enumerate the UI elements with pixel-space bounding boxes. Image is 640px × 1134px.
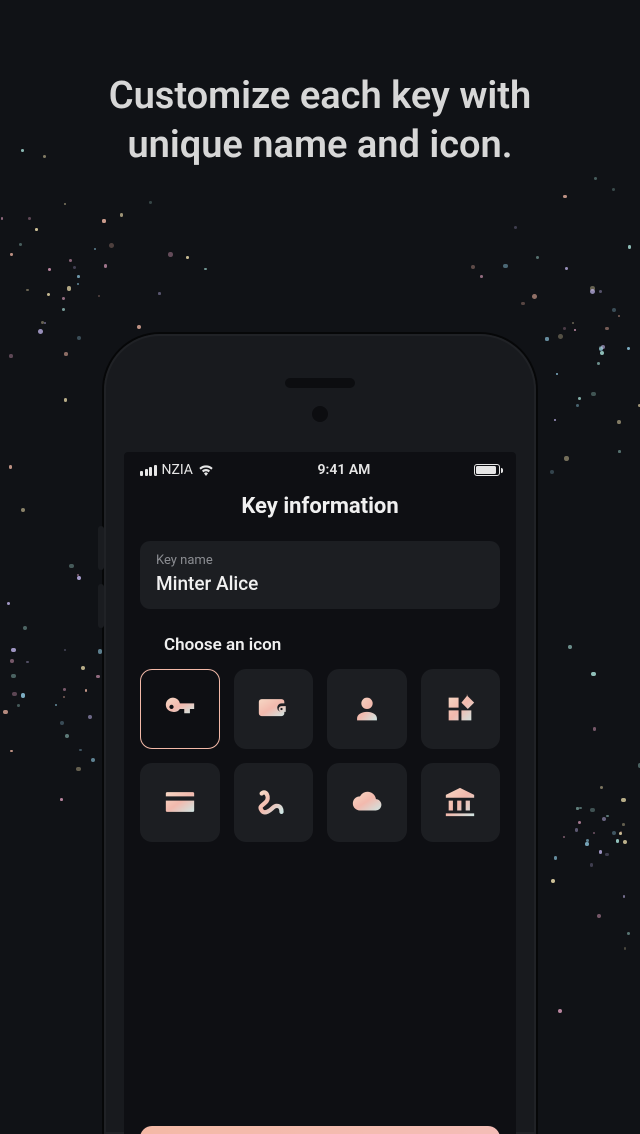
key-name-input[interactable] xyxy=(156,572,484,595)
icon-option-key[interactable] xyxy=(140,669,220,749)
choose-icon-label: Choose an icon xyxy=(164,635,476,655)
app-screen: NZIA 9:41 AM Key information Key name Ch… xyxy=(124,452,516,1134)
carrier-label: NZIA xyxy=(162,462,193,478)
widgets-icon xyxy=(443,692,477,726)
icon-option-gesture[interactable] xyxy=(234,763,314,843)
primary-action-button[interactable] xyxy=(140,1126,500,1134)
icon-option-widgets[interactable] xyxy=(421,669,501,749)
phone-camera xyxy=(312,406,328,422)
phone-side-button xyxy=(98,526,104,570)
battery-icon xyxy=(474,464,500,476)
key-icon xyxy=(163,692,197,726)
status-bar: NZIA 9:41 AM xyxy=(124,452,516,484)
icon-option-card[interactable] xyxy=(140,763,220,843)
icon-option-wallet[interactable] xyxy=(234,669,314,749)
key-name-label: Key name xyxy=(156,553,484,568)
marketing-headline: Customize each key with unique name and … xyxy=(0,72,640,169)
wifi-icon xyxy=(198,464,214,476)
cloud-icon xyxy=(350,785,384,819)
phone-mockup: NZIA 9:41 AM Key information Key name Ch… xyxy=(104,334,536,1134)
card-icon xyxy=(163,785,197,819)
key-name-field[interactable]: Key name xyxy=(140,541,500,609)
phone-speaker xyxy=(285,378,355,388)
wallet-icon xyxy=(256,692,290,726)
status-time: 9:41 AM xyxy=(318,462,371,478)
phone-side-button xyxy=(98,584,104,628)
person-icon xyxy=(350,692,384,726)
icon-grid xyxy=(124,669,516,842)
bank-icon xyxy=(443,785,477,819)
gesture-icon xyxy=(256,785,290,819)
icon-option-bank[interactable] xyxy=(421,763,501,843)
icon-option-person[interactable] xyxy=(327,669,407,749)
signal-icon xyxy=(140,465,157,476)
icon-option-cloud[interactable] xyxy=(327,763,407,843)
page-title: Key information xyxy=(124,494,516,519)
